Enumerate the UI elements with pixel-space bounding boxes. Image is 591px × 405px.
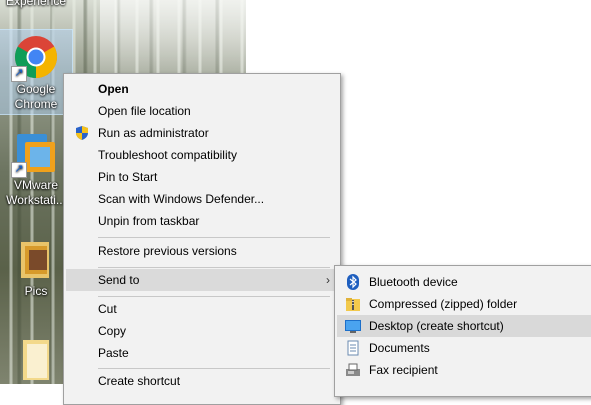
menu-item-create-shortcut[interactable]: Create shortcut xyxy=(66,370,338,392)
desktop-icon xyxy=(345,320,361,333)
menu-item-label: Documents xyxy=(369,341,430,355)
shortcut-arrow-icon: ↗ xyxy=(11,66,27,82)
menu-item-open-file-location[interactable]: Open file location xyxy=(66,100,338,122)
send-to-desktop[interactable]: Desktop (create shortcut) xyxy=(337,315,591,337)
desktop-icon-label-experience[interactable]: Experience xyxy=(0,0,72,8)
chrome-icon: ↗ xyxy=(11,34,59,82)
menu-item-label: Scan with Windows Defender... xyxy=(98,192,265,206)
menu-item-label: Pin to Start xyxy=(98,170,158,184)
desktop-icon-label-line1: Google xyxy=(16,82,56,96)
menu-item-pin-to-start[interactable]: Pin to Start xyxy=(66,166,338,188)
desktop-icon-google-chrome[interactable]: ↗ Google Chrome xyxy=(0,29,73,115)
desktop-icon-label-line1: Pics xyxy=(24,284,48,298)
chevron-right-icon: › xyxy=(326,273,330,287)
menu-item-label: Send to xyxy=(98,273,140,287)
menu-item-label: Open xyxy=(98,82,129,96)
uac-shield-icon xyxy=(76,126,88,140)
desktop-icon-label-line2: Chrome xyxy=(14,97,58,111)
send-to-bluetooth-device[interactable]: Bluetooth device xyxy=(337,271,591,293)
menu-item-label: Troubleshoot compatibility xyxy=(98,148,237,162)
menu-separator xyxy=(98,368,330,369)
menu-item-restore-previous-versions[interactable]: Restore previous versions xyxy=(66,240,338,262)
send-to-fax-recipient[interactable]: Fax recipient xyxy=(337,359,591,381)
menu-item-copy[interactable]: Copy xyxy=(66,320,338,342)
menu-item-scan-with-windows-defender[interactable]: Scan with Windows Defender... xyxy=(66,188,338,210)
zip-folder-icon xyxy=(346,298,360,311)
menu-item-label: Paste xyxy=(98,346,129,360)
menu-item-label: Open file location xyxy=(98,104,191,118)
send-to-submenu: Bluetooth device Compressed (zipped) fol… xyxy=(334,265,591,397)
menu-separator xyxy=(98,237,330,238)
menu-item-label: Copy xyxy=(98,324,127,338)
menu-item-label: Fax recipient xyxy=(369,363,438,377)
menu-item-label: Desktop (create shortcut) xyxy=(369,319,504,333)
menu-item-paste[interactable]: Paste xyxy=(66,342,338,364)
menu-item-send-to[interactable]: Send to › xyxy=(66,269,338,291)
menu-item-open[interactable]: Open xyxy=(66,78,338,100)
send-to-documents[interactable]: Documents xyxy=(337,337,591,359)
menu-item-run-as-administrator[interactable]: Run as administrator xyxy=(66,122,338,144)
menu-item-troubleshoot-compatibility[interactable]: Troubleshoot compatibility xyxy=(66,144,338,166)
menu-item-label: Bluetooth device xyxy=(369,275,458,289)
desktop-icon-label-line2: Workstati... xyxy=(6,193,66,207)
menu-separator xyxy=(98,267,330,268)
bluetooth-icon xyxy=(347,274,359,290)
fax-icon xyxy=(346,363,360,376)
documents-icon xyxy=(347,340,359,356)
shortcut-arrow-icon: ↗ xyxy=(11,162,27,178)
menu-item-label: Run as administrator xyxy=(98,126,209,140)
menu-item-cut[interactable]: Cut xyxy=(66,298,338,320)
menu-item-label: Unpin from taskbar xyxy=(98,214,200,228)
menu-item-label: Compressed (zipped) folder xyxy=(369,297,518,311)
menu-item-unpin-from-taskbar[interactable]: Unpin from taskbar xyxy=(66,210,338,232)
desktop-icon-label-line1: VMware xyxy=(13,178,58,192)
context-menu: Open Open file location Run as administr… xyxy=(63,73,341,405)
send-to-compressed-folder[interactable]: Compressed (zipped) folder xyxy=(337,293,591,315)
folder-icon xyxy=(13,336,59,382)
folder-icon xyxy=(13,236,59,282)
vmware-icon: ↗ xyxy=(11,130,59,178)
menu-separator xyxy=(98,296,330,297)
desktop-icon-pics[interactable]: Pics xyxy=(0,236,72,300)
desktop-icon-vmware[interactable]: ↗ VMware Workstati... xyxy=(0,130,72,214)
menu-item-label: Cut xyxy=(98,302,117,316)
menu-item-label: Restore previous versions xyxy=(98,244,237,258)
menu-item-label: Create shortcut xyxy=(98,374,181,388)
desktop-icon-folder[interactable] xyxy=(0,336,72,384)
